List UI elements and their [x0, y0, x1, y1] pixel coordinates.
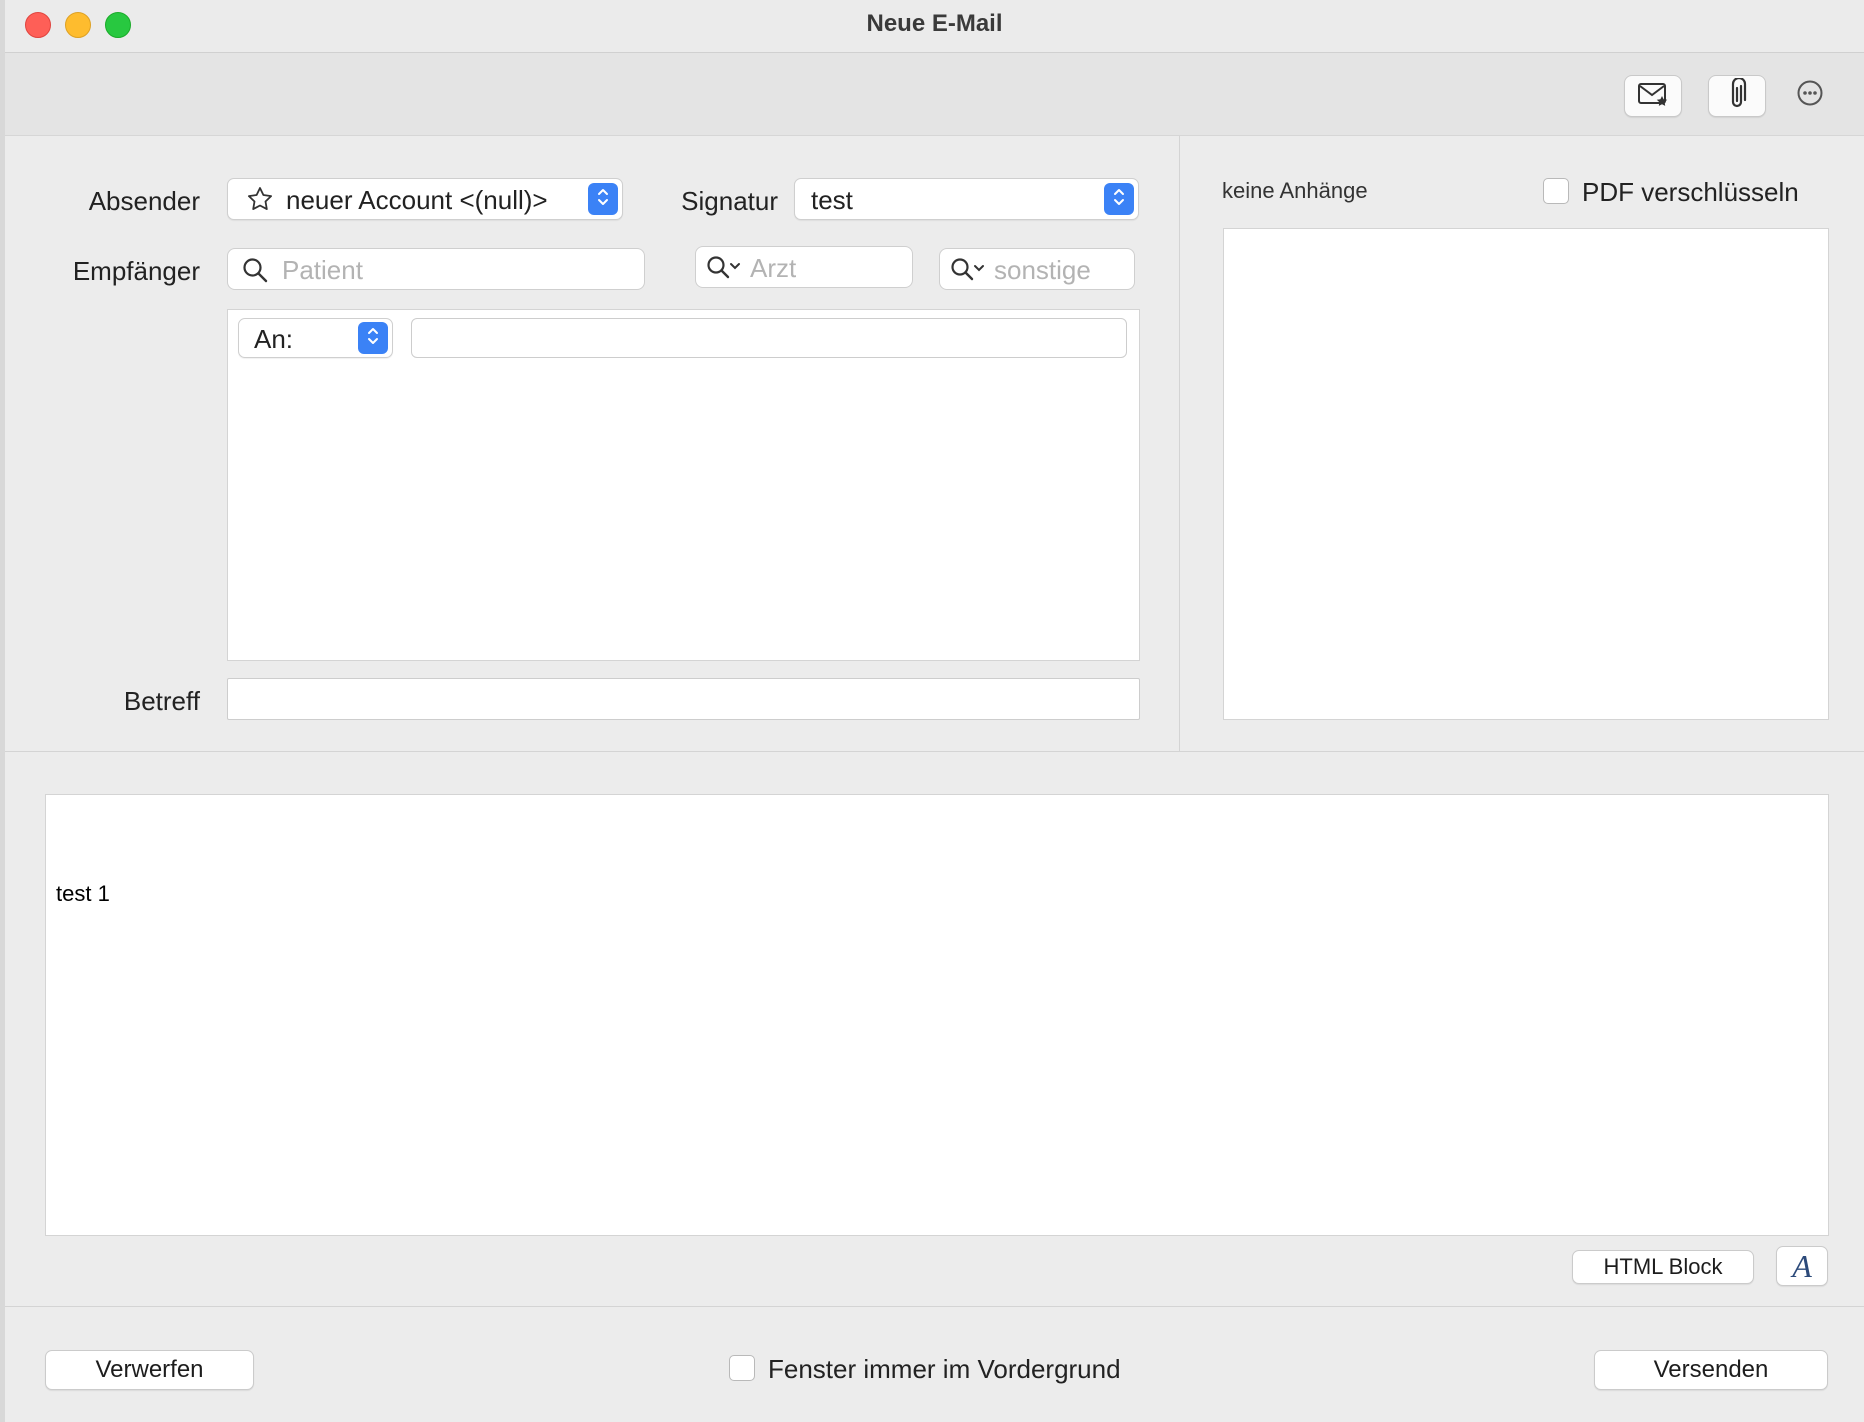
message-body-text: test 1: [56, 881, 110, 906]
recipient-type-value: An:: [254, 324, 294, 354]
signature-select[interactable]: test: [794, 178, 1139, 220]
title-bar: Neue E-Mail: [5, 0, 1864, 53]
subject-input[interactable]: [227, 678, 1140, 720]
always-on-top-checkbox[interactable]: [729, 1355, 755, 1381]
vertical-divider: [1179, 136, 1180, 752]
patient-search-placeholder: Patient: [282, 255, 363, 285]
arzt-search-placeholder: Arzt: [750, 253, 797, 283]
window-title: Neue E-Mail: [866, 10, 1003, 37]
html-block-button[interactable]: HTML Block: [1572, 1250, 1754, 1284]
pdf-encrypt-label: PDF verschlüsseln: [1582, 177, 1799, 207]
more-options-button[interactable]: [1796, 79, 1824, 112]
always-on-top-label: Fenster immer im Vordergrund: [768, 1354, 1121, 1384]
font-button[interactable]: A: [1776, 1246, 1828, 1286]
recipient-type-stepper[interactable]: [358, 322, 388, 354]
toolbar: [5, 53, 1864, 136]
pdf-encrypt-checkbox[interactable]: [1543, 178, 1569, 204]
signature-label: Signatur: [681, 186, 778, 216]
compose-window: Neue E-Mail Absender neuer Account <(nul…: [0, 0, 1864, 1422]
send-button[interactable]: Versenden: [1594, 1350, 1828, 1390]
favorite-star-icon: [246, 186, 274, 217]
recipient-label: Empfänger: [72, 256, 200, 286]
signature-stepper[interactable]: [1104, 183, 1134, 215]
arzt-search-field[interactable]: Arzt: [695, 246, 913, 288]
sender-select[interactable]: neuer Account <(null)>: [227, 178, 623, 220]
mail-star-icon: [1637, 81, 1669, 112]
footer-divider: [5, 1306, 1864, 1307]
sender-stepper[interactable]: [588, 183, 618, 215]
window-edge: [0, 0, 5, 1422]
sender-value: neuer Account <(null)>: [286, 185, 548, 215]
horizontal-divider: [5, 751, 1864, 752]
sonstige-search-field[interactable]: sonstige: [939, 248, 1135, 290]
mail-template-button[interactable]: [1624, 75, 1682, 117]
chevron-updown-icon: [596, 186, 610, 213]
recipient-type-select[interactable]: An:: [238, 318, 393, 358]
chevron-updown-icon: [1112, 186, 1126, 213]
recipients-list: An:: [227, 309, 1140, 661]
sonstige-search-placeholder: sonstige: [994, 255, 1091, 285]
search-menu-icon: [706, 255, 746, 286]
font-icon: A: [1792, 1247, 1812, 1284]
recipient-address-input[interactable]: [411, 318, 1127, 358]
paperclip-icon: [1726, 76, 1748, 115]
subject-label: Betreff: [123, 686, 200, 716]
more-icon: [1796, 79, 1824, 112]
discard-button[interactable]: Verwerfen: [45, 1350, 254, 1390]
message-body-editor[interactable]: test 1: [45, 794, 1829, 1236]
patient-search-field[interactable]: Patient: [227, 248, 645, 290]
attachments-status: keine Anhänge: [1222, 178, 1368, 203]
search-icon: [242, 257, 268, 288]
signature-value: test: [811, 185, 853, 215]
chevron-updown-icon: [366, 325, 380, 352]
search-menu-icon: [950, 257, 990, 288]
attach-file-button[interactable]: [1708, 75, 1766, 117]
sender-label: Absender: [88, 186, 200, 216]
attachments-list[interactable]: [1223, 228, 1829, 720]
